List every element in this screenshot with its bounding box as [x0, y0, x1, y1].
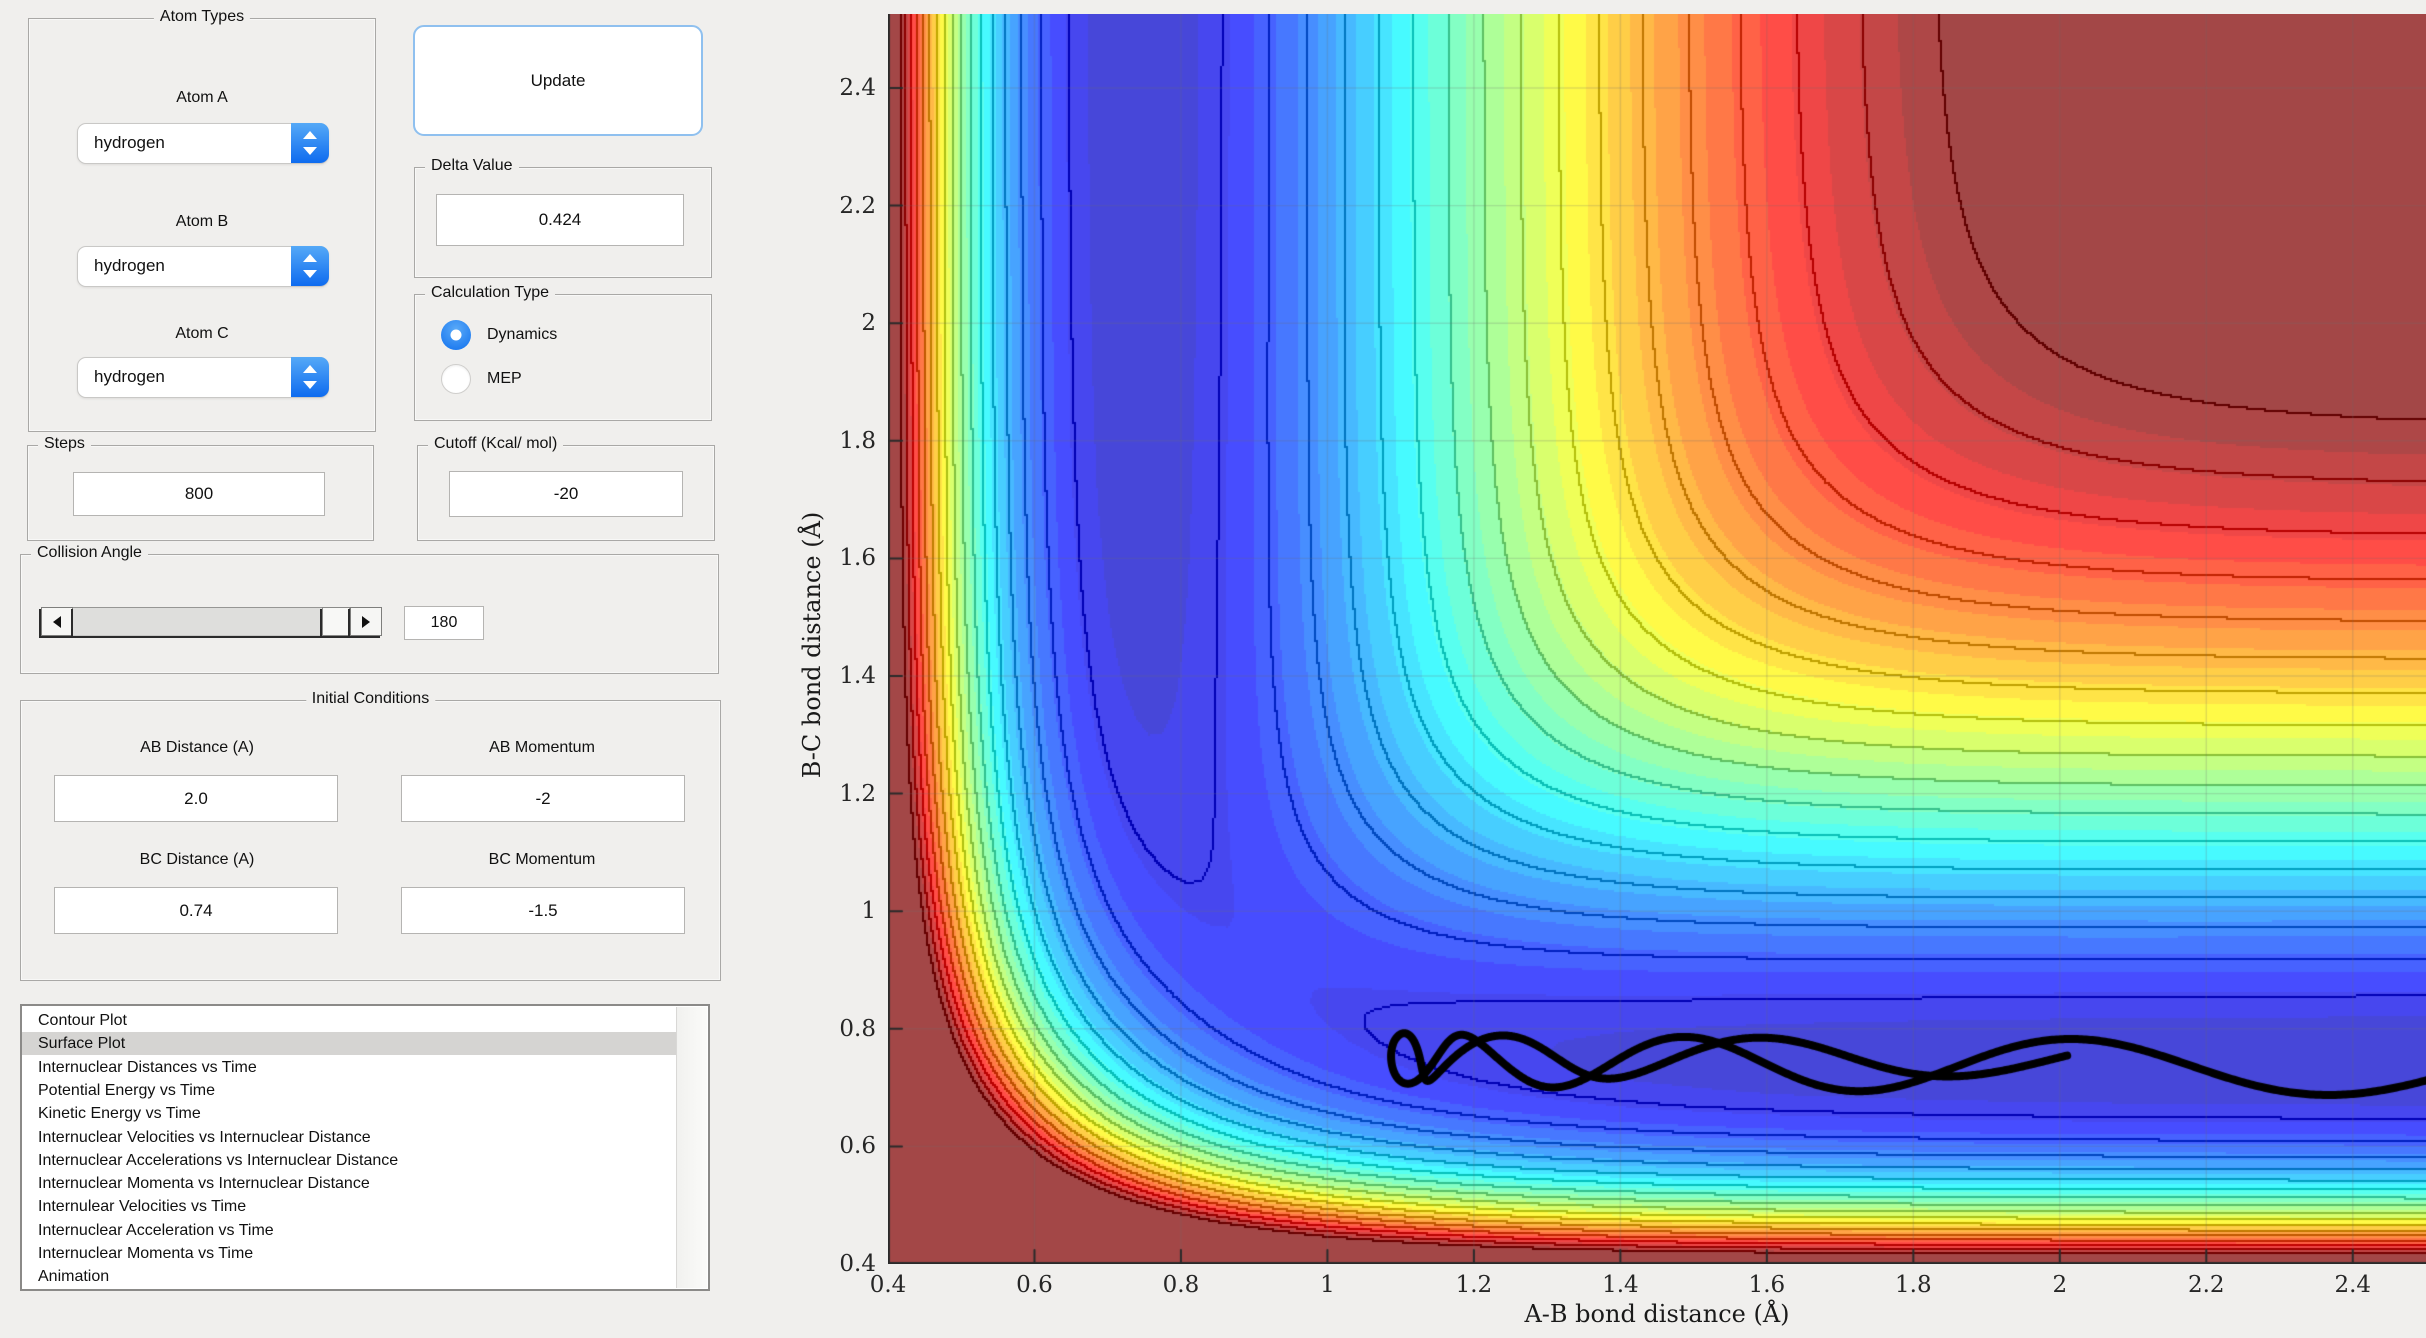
- y-tick-label: 0.6: [806, 1133, 876, 1159]
- ab-momentum-label: AB Momentum: [401, 739, 683, 757]
- atom-a-value: hydrogen: [94, 124, 165, 162]
- atom-b-value: hydrogen: [94, 247, 165, 285]
- list-item[interactable]: Internuclear Accelerations vs Internucle…: [22, 1149, 677, 1172]
- atom-c-value: hydrogen: [94, 358, 165, 396]
- dropdown-chevrons-icon: [291, 246, 329, 286]
- app-window: { "atom_types": { "title": "Atom Types",…: [0, 0, 2426, 1338]
- x-tick-label: 1.2: [1456, 1272, 1493, 1298]
- initial-conditions-title: Initial Conditions: [306, 690, 435, 708]
- x-tick-label: 0.8: [1163, 1272, 1200, 1298]
- y-tick-label: 2.2: [806, 193, 876, 219]
- right-arrow-icon: [362, 616, 370, 628]
- y-axis-label: B-C bond distance (Å): [798, 512, 826, 779]
- ab-distance-label: AB Distance (A): [56, 739, 338, 757]
- plot-type-listbox[interactable]: Contour PlotSurface PlotInternuclear Dis…: [20, 1004, 710, 1291]
- y-tick-label: 1: [806, 898, 876, 924]
- x-tick-label: 1.8: [1895, 1272, 1932, 1298]
- x-tick-label: 0.6: [1016, 1272, 1053, 1298]
- bc-distance-label: BC Distance (A): [56, 851, 338, 869]
- cutoff-title: Cutoff (Kcal/ mol): [428, 435, 563, 453]
- delta-value-field[interactable]: [436, 194, 684, 246]
- atom-b-label: Atom B: [29, 213, 375, 231]
- y-tick-label: 0.8: [806, 1016, 876, 1042]
- initial-conditions-panel: Initial Conditions AB Distance (A) AB Mo…: [20, 700, 721, 981]
- slider-track[interactable]: [73, 607, 322, 636]
- x-tick-label: 2.2: [2188, 1272, 2225, 1298]
- x-tick-label: 2.4: [2334, 1272, 2371, 1298]
- calculation-type-title: Calculation Type: [425, 284, 555, 302]
- cutoff-field[interactable]: [449, 471, 683, 517]
- list-item[interactable]: Animation: [22, 1265, 677, 1288]
- x-tick-label: 1: [1320, 1272, 1335, 1298]
- list-item[interactable]: Internuclear Distances vs Time: [22, 1056, 677, 1079]
- list-item[interactable]: Internuclear Velocities vs Internuclear …: [22, 1126, 677, 1149]
- atom-a-label: Atom A: [29, 89, 375, 107]
- listbox-scrollbar[interactable]: [676, 1007, 707, 1288]
- slider-thumb[interactable]: [322, 607, 350, 636]
- radio-mep[interactable]: MEP: [441, 363, 522, 394]
- x-axis-label: A-B bond distance (Å): [1524, 1300, 1789, 1328]
- bc-distance-field[interactable]: [54, 887, 338, 934]
- y-tick-label: 1.8: [806, 428, 876, 454]
- list-item[interactable]: Kinetic Energy vs Time: [22, 1102, 677, 1125]
- list-item[interactable]: Potential Energy vs Time: [22, 1079, 677, 1102]
- dropdown-chevrons-icon: [291, 357, 329, 397]
- radio-unselected-icon[interactable]: [441, 364, 471, 394]
- x-tick-label: 1.6: [1749, 1272, 1786, 1298]
- delta-value-title: Delta Value: [425, 157, 519, 175]
- y-tick-label: 1.2: [806, 781, 876, 807]
- left-arrow-icon: [53, 616, 61, 628]
- steps-panel: Steps: [27, 445, 374, 541]
- list-item[interactable]: Internulear Velocities vs Time: [22, 1195, 677, 1218]
- atom-b-dropdown[interactable]: hydrogen: [77, 246, 329, 287]
- ab-momentum-field[interactable]: [401, 775, 685, 822]
- radio-dynamics[interactable]: Dynamics: [441, 319, 557, 350]
- collision-angle-title: Collision Angle: [31, 544, 148, 562]
- ab-distance-field[interactable]: [54, 775, 338, 822]
- atom-types-title: Atom Types: [154, 8, 250, 26]
- y-tick-label: 0.4: [806, 1251, 876, 1277]
- list-item[interactable]: Internuclear Acceleration vs Time: [22, 1219, 677, 1242]
- slider-right-arrow-button[interactable]: [350, 607, 382, 636]
- atom-c-label: Atom C: [29, 325, 375, 343]
- radio-mep-label: MEP: [487, 370, 522, 388]
- list-item[interactable]: Contour Plot: [22, 1009, 677, 1032]
- steps-field[interactable]: [73, 472, 325, 516]
- cutoff-panel: Cutoff (Kcal/ mol): [417, 445, 715, 541]
- list-item[interactable]: Internuclear Momenta vs Time: [22, 1242, 677, 1265]
- x-tick-label: 1.4: [1602, 1272, 1639, 1298]
- delta-value-panel: Delta Value: [414, 167, 712, 278]
- radio-dynamics-label: Dynamics: [487, 326, 557, 344]
- bc-momentum-field[interactable]: [401, 887, 685, 934]
- pes-contour-plot-canvas: [888, 14, 2426, 1264]
- y-tick-label: 2: [806, 310, 876, 336]
- dropdown-chevrons-icon: [291, 123, 329, 163]
- radio-selected-icon[interactable]: [441, 320, 471, 350]
- collision-angle-panel: Collision Angle: [20, 554, 719, 674]
- collision-angle-slider[interactable]: [41, 607, 382, 636]
- y-tick-label: 2.4: [806, 75, 876, 101]
- bc-momentum-label: BC Momentum: [401, 851, 683, 869]
- x-tick-label: 2: [2052, 1272, 2067, 1298]
- update-button[interactable]: Update: [413, 25, 703, 136]
- list-item[interactable]: Surface Plot: [22, 1032, 677, 1055]
- calculation-type-panel: Calculation Type Dynamics MEP: [414, 294, 712, 421]
- list-item[interactable]: Internuclear Momenta vs Internuclear Dis…: [22, 1172, 677, 1195]
- atom-types-panel: Atom Types Atom A hydrogen Atom B hydrog…: [28, 18, 376, 432]
- collision-angle-field[interactable]: [404, 606, 484, 640]
- steps-title: Steps: [38, 435, 91, 453]
- atom-a-dropdown[interactable]: hydrogen: [77, 123, 329, 164]
- slider-left-arrow-button[interactable]: [41, 607, 73, 636]
- atom-c-dropdown[interactable]: hydrogen: [77, 357, 329, 398]
